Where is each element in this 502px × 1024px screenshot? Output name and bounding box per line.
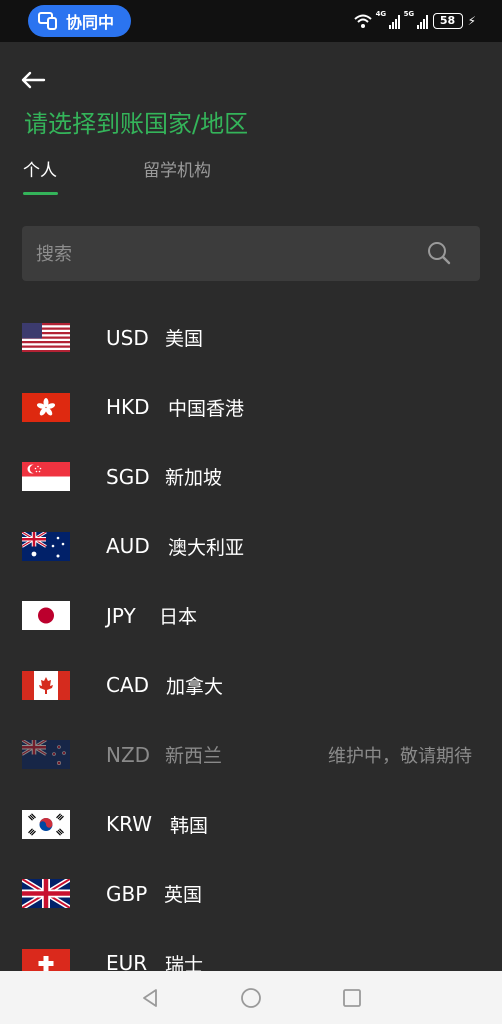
system-nav-bar [0,971,502,1024]
currency-code: USD [106,325,149,350]
signal-5g-icon: 5G [404,10,428,29]
ca-flag-icon [22,670,70,700]
recents-square-icon[interactable] [342,988,362,1008]
country-name: 新西兰 [165,745,223,768]
country-name: 中国香港 [168,397,245,420]
status-bar: 协同中 4G 5G 58 ⚡ [0,0,502,42]
currency-code: GBP [106,881,148,906]
hk-flag-icon [22,392,70,422]
currency-row-nzd: NZD 新西兰 维护中，敬请期待 [0,720,502,790]
active-tab-indicator [23,192,58,195]
kr-flag-icon [22,809,70,839]
back-triangle-icon[interactable] [140,988,160,1008]
currency-row-aud[interactable]: AUD 澳大利亚 [0,512,502,582]
tab-personal[interactable]: 个人 [23,156,57,182]
search-input[interactable] [36,238,416,270]
currency-code: NZD [106,742,151,767]
home-circle-icon[interactable] [240,987,262,1009]
page-title: 请选择到账国家/地区 [24,110,249,138]
search-icon[interactable] [426,240,452,266]
maintenance-notice: 维护中，敬请期待 [328,745,472,767]
currency-code: KRW [106,812,152,837]
sg-flag-icon [22,462,70,492]
us-flag-icon [22,323,70,353]
signal-4g-icon: 4G [376,10,400,29]
search-bar[interactable] [22,226,480,281]
country-name: 英国 [164,884,203,907]
country-name: 新加坡 [165,467,223,490]
charging-icon: ⚡ [467,14,476,28]
back-arrow-icon [21,71,46,89]
status-icons: 4G 5G 58 ⚡ [353,10,476,31]
currency-code: CAD [106,673,150,698]
back-button[interactable] [18,64,50,96]
currency-row-gbp[interactable]: GBP 英国 [0,859,502,929]
collab-badge[interactable]: 协同中 [28,5,131,37]
collab-label: 协同中 [66,13,115,32]
currency-code: JPY [106,603,136,628]
jp-flag-icon [22,601,70,631]
tab-study-agency[interactable]: 留学机构 [143,156,211,182]
battery-indicator: 58 [432,13,463,29]
wifi-icon [353,14,372,28]
currency-code: HKD [106,395,150,420]
country-name: 加拿大 [166,675,224,698]
currency-row-krw[interactable]: KRW 韩国 [0,790,502,860]
country-name: 澳大利亚 [168,536,245,559]
currency-row-hkd[interactable]: HKD 中国香港 [0,373,502,443]
currency-code: AUD [106,534,150,559]
currency-row-usd[interactable]: USD 美国 [0,303,502,373]
nz-flag-icon [22,740,70,770]
currency-row-jpy[interactable]: JPY 日本 [0,581,502,651]
country-name: 日本 [159,606,198,629]
currency-list: USD 美国 HKD 中国香港 SGD 新加坡 AUD 澳大利亚 JPY 日本 … [0,303,502,998]
country-name: 韩国 [170,814,209,837]
multi-device-icon [38,12,57,30]
gb-flag-icon [22,879,70,909]
currency-code: SGD [106,464,150,489]
au-flag-icon [22,531,70,561]
currency-row-cad[interactable]: CAD 加拿大 [0,651,502,721]
currency-row-sgd[interactable]: SGD 新加坡 [0,442,502,512]
country-name: 美国 [165,328,204,351]
